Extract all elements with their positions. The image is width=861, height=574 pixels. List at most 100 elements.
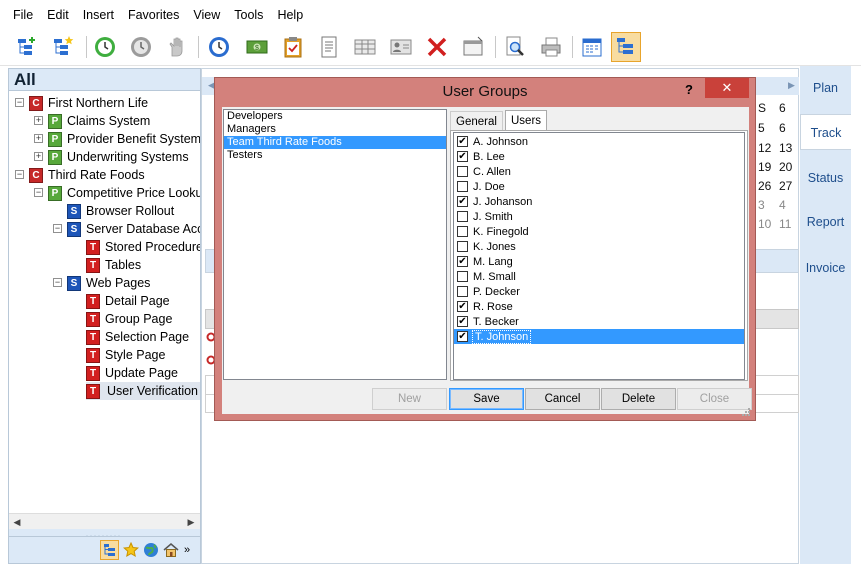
nav-report[interactable]: Report [800,204,851,240]
calendar-day[interactable]: 3 [758,198,765,212]
cancel-button[interactable]: Cancel [525,388,600,410]
clipboard-icon[interactable] [278,32,308,62]
tree-item[interactable]: C First Northern Life [29,94,148,112]
user-list-item[interactable]: K. Finegold [454,224,744,239]
tree-item[interactable]: C Third Rate Foods [29,166,145,184]
user-checkbox[interactable] [457,226,468,237]
tree-item[interactable]: P Competitive Price Lookup [48,184,200,202]
tree-item[interactable]: T Selection Page [86,328,189,346]
tree-view-icon[interactable] [100,540,119,560]
nav-plan[interactable]: Plan [800,70,851,106]
calendar-day[interactable]: 20 [779,160,792,174]
tree-item[interactable]: T Detail Page [86,292,170,310]
user-list-item[interactable]: ✔ A. Johnson [454,134,744,149]
user-list-item[interactable]: ✔ B. Lee [454,149,744,164]
contact-card-icon[interactable] [386,32,416,62]
menu-tools[interactable]: Tools [227,8,270,22]
user-checkbox[interactable] [457,211,468,222]
collapse-icon[interactable]: − [53,224,62,233]
tree-item[interactable]: P Underwriting Systems [48,148,189,166]
group-list[interactable]: Developers Managers Team Third Rate Foods T… [223,109,447,380]
user-checkbox[interactable]: ✔ [457,256,468,267]
menu-edit[interactable]: Edit [40,8,76,22]
tab-users[interactable]: Users [505,110,548,131]
calendar-day[interactable]: 12 [758,141,771,155]
menu-view[interactable]: View [186,8,227,22]
user-checkbox[interactable]: ✔ [457,196,468,207]
user-list-item[interactable]: J. Smith [454,209,744,224]
user-checkbox[interactable] [457,271,468,282]
user-list-item[interactable]: P. Decker [454,284,744,299]
user-checkbox[interactable]: ✔ [457,301,468,312]
expand-icon[interactable]: + [34,134,43,143]
user-checkbox[interactable]: ✔ [457,316,468,327]
group-list-item[interactable]: Team Third Rate Foods [224,136,446,149]
calendar-day[interactable]: 13 [779,141,792,155]
user-list-item[interactable]: ✔ R. Rose [454,299,744,314]
clock-gray-icon[interactable] [126,32,156,62]
home-icon[interactable] [161,540,180,560]
more-icon[interactable]: » [181,540,193,560]
user-checkbox[interactable] [457,241,468,252]
tree-item[interactable]: P Claims System [48,112,150,130]
expand-icon[interactable]: + [34,152,43,161]
tree-item[interactable]: T Style Page [86,346,165,364]
tree-item[interactable]: T Group Page [86,310,172,328]
help-button[interactable]: ? [685,82,693,97]
user-list-item[interactable]: K. Jones [454,239,744,254]
new-button[interactable]: New [372,388,447,410]
user-checkbox[interactable]: ✔ [457,331,468,342]
star-icon[interactable] [121,540,140,560]
tree-horizontal-scrollbar[interactable]: ◀ ▶ [9,513,200,529]
tree-item[interactable]: S Web Pages [67,274,150,292]
user-list-item[interactable]: ✔ T. Becker [454,314,744,329]
user-list-item[interactable]: ✔ M. Lang [454,254,744,269]
expand-icon[interactable]: + [34,116,43,125]
calendar-day[interactable]: 11 [779,217,791,231]
collapse-icon[interactable]: − [15,98,24,107]
calendar-day[interactable]: 5 [758,121,765,135]
document-icon[interactable] [314,32,344,62]
nav-track[interactable]: Track [800,114,851,150]
calendar-day[interactable]: S [758,101,766,115]
close-button[interactable]: Close [677,388,752,410]
user-list-item[interactable]: J. Doe [454,179,744,194]
next-arrow-icon[interactable]: ▶ [788,80,795,91]
tree-item[interactable]: S Server Database Access [67,220,200,238]
user-checkbox[interactable]: ✔ [457,151,468,162]
tree-item[interactable]: T Update Page [86,364,178,382]
user-list-item[interactable]: M. Small [454,269,744,284]
user-checklist[interactable]: ✔ A. Johnson ✔ B. Lee C. Allen J. Doe ✔ J. Joha… [453,132,745,380]
menu-favorites[interactable]: Favorites [121,8,186,22]
print-icon[interactable] [536,32,566,62]
resize-grip-icon[interactable] [742,405,750,416]
menu-insert[interactable]: Insert [76,8,121,22]
calendar-day[interactable]: 6 [779,121,786,135]
menu-help[interactable]: Help [270,8,310,22]
delete-x-icon[interactable] [422,32,452,62]
user-checkbox[interactable]: ✔ [457,136,468,147]
clock-green-icon[interactable] [90,32,120,62]
hand-icon[interactable] [162,32,192,62]
scroll-left-icon[interactable]: ◀ [10,515,24,529]
calendar-day[interactable]: 6 [779,101,786,115]
user-list-item[interactable]: C. Allen [454,164,744,179]
nav-status[interactable]: Status [800,160,851,196]
user-checkbox[interactable] [457,181,468,192]
clock-blue-icon[interactable] [204,32,234,62]
preview-icon[interactable] [500,32,530,62]
tree-item[interactable]: P Provider Benefit System [48,130,200,148]
user-list-item[interactable]: ✔ T. Johnson [454,329,744,344]
new-project-icon[interactable] [12,32,42,62]
calendar-day[interactable]: 19 [758,160,771,174]
nav-invoice[interactable]: Invoice [800,250,851,286]
tree-item[interactable]: S Browser Rollout [67,202,174,220]
menu-file[interactable]: File [6,8,40,22]
tree-item[interactable]: T Stored Procedures [86,238,200,256]
scroll-right-icon[interactable]: ▶ [184,515,198,529]
table-icon[interactable] [350,32,380,62]
calendar-day[interactable]: 26 [758,179,771,193]
calendar-day[interactable]: 10 [758,217,771,231]
collapse-icon[interactable]: − [15,170,24,179]
panel-splitter-grip[interactable] [9,529,200,538]
